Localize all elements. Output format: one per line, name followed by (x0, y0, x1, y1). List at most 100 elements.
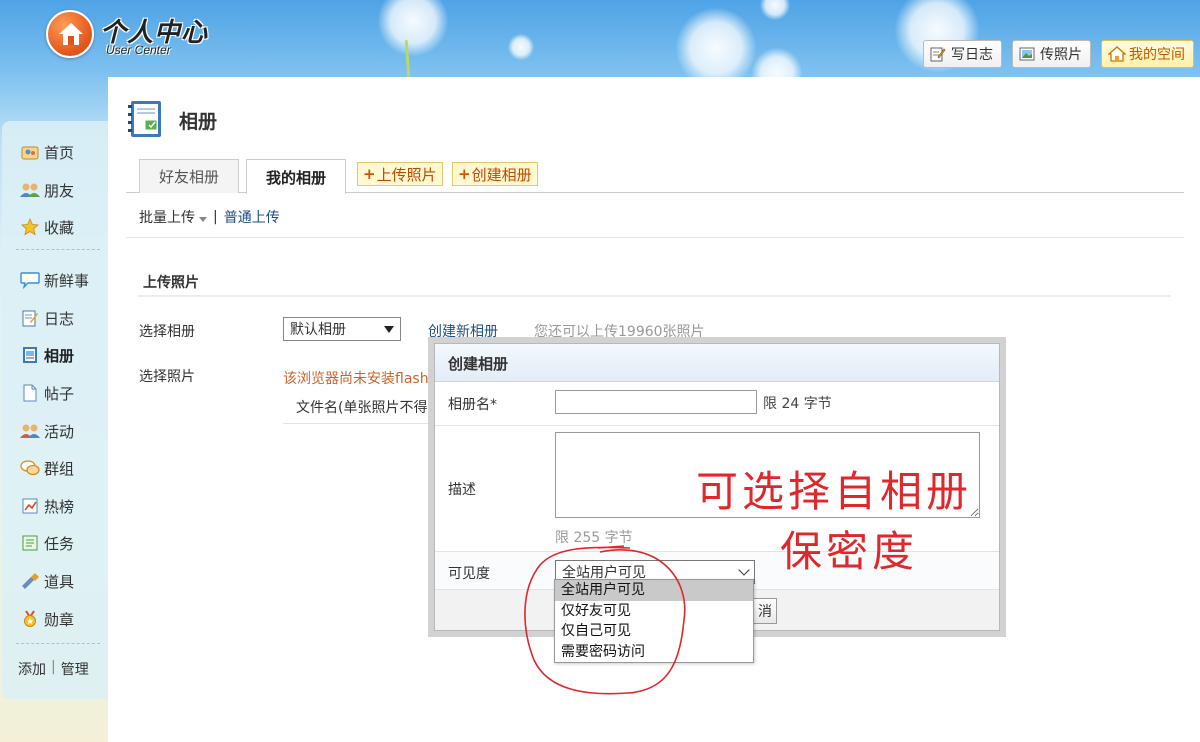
sidebar-item-label: 新鲜事 (44, 271, 90, 290)
hot-list-icon (20, 497, 40, 515)
sidebar-divider (16, 249, 100, 250)
flash-warning: 该浏览器尚未安装flash (283, 371, 429, 387)
page-title: 相册 (179, 111, 218, 133)
photo-icon (1019, 46, 1035, 62)
upload-photos-action[interactable]: + 上传照片 (357, 162, 443, 186)
chevron-down-icon (738, 564, 750, 576)
batch-upload-label: 批量上传 (139, 210, 195, 226)
sidebar-footer-separator: | (51, 659, 56, 675)
triangle-down-icon (384, 325, 394, 333)
create-album-action[interactable]: + 创建相册 (452, 162, 538, 186)
sidebar-item-label: 勋章 (44, 610, 75, 629)
album-name-limit: 限 24 字节 (763, 396, 832, 412)
sidebar-divider (16, 643, 100, 644)
dandelion-decoration (676, 8, 756, 88)
tool-icon (20, 572, 40, 590)
my-space-button[interactable]: 我的空间 (1101, 40, 1194, 68)
upload-photo-label: 传照片 (1040, 47, 1082, 63)
create-album-label: 创建相册 (471, 165, 532, 184)
dialog-title: 创建相册 (435, 344, 999, 382)
sidebar-item-tasks[interactable]: 任务 (20, 530, 74, 556)
my-space-label: 我的空间 (1129, 47, 1185, 63)
chat-group-icon (20, 459, 40, 477)
divider (126, 237, 1184, 238)
sidebar: 首页 朋友 收藏 新鲜事 日志 相册 帖子 活动 群组 热榜 任务 道具 勋章 … (2, 121, 108, 699)
caret-down-icon (199, 217, 207, 222)
annotation-text-line2: 保密度 (780, 527, 919, 576)
album-tabs: 好友相册 我的相册 + 上传照片 + 创建相册 (126, 157, 1184, 194)
album-name-input[interactable] (555, 390, 757, 414)
visibility-option-friends[interactable]: 仅好友可见 (555, 601, 753, 622)
album-select[interactable]: 默认相册 (283, 317, 401, 341)
sidebar-item-home[interactable]: 首页 (20, 139, 74, 165)
sidebar-item-album[interactable]: 相册 (20, 342, 74, 368)
file-name-header: 文件名(单张照片不得 (283, 390, 443, 424)
sidebar-item-label: 帖子 (44, 384, 75, 403)
album-title-icon (127, 99, 165, 139)
visibility-option-public[interactable]: 全站用户可见 (555, 580, 753, 601)
section-divider (138, 295, 1171, 297)
sidebar-item-label: 活动 (44, 422, 75, 441)
people-activity-icon (20, 422, 40, 440)
sidebar-footer: 添加 | 管理 (18, 659, 89, 679)
header-actions: 写日志 传照片 我的空间 (923, 40, 1194, 68)
sidebar-item-tools[interactable]: 道具 (20, 568, 74, 594)
sidebar-item-label: 热榜 (44, 497, 75, 516)
normal-upload-link[interactable]: 普通上传 (224, 207, 280, 227)
home-people-icon (20, 143, 40, 161)
friends-icon (20, 181, 40, 199)
sidebar-item-label: 任务 (44, 534, 75, 553)
sidebar-item-label: 群组 (44, 459, 75, 478)
visibility-options-list: 全站用户可见 仅好友可见 仅自己可见 需要密码访问 (554, 579, 754, 663)
medal-icon (20, 610, 40, 628)
sidebar-item-blog[interactable]: 日志 (20, 305, 74, 331)
annotation-text-line1: 可选择自相册 (696, 467, 973, 516)
sidebar-item-friends[interactable]: 朋友 (20, 177, 74, 203)
upload-photo-button[interactable]: 传照片 (1012, 40, 1091, 68)
tab-friends-albums[interactable]: 好友相册 (139, 159, 239, 193)
house-logo-icon (46, 10, 94, 58)
dandelion-decoration (508, 34, 534, 60)
album-name-label: 相册名* (448, 397, 497, 413)
tab-my-albums[interactable]: 我的相册 (246, 159, 346, 194)
sidebar-item-groups[interactable]: 群组 (20, 455, 74, 481)
sidebar-manage-link[interactable]: 管理 (61, 659, 89, 679)
sidebar-item-activities[interactable]: 活动 (20, 418, 74, 444)
select-album-label: 选择相册 (139, 324, 195, 340)
section-title: 上传照片 (143, 275, 199, 291)
visibility-option-private[interactable]: 仅自己可见 (555, 621, 753, 642)
speech-bubble-icon (20, 271, 40, 289)
sidebar-item-label: 首页 (44, 143, 75, 162)
sidebar-add-link[interactable]: 添加 (18, 659, 46, 679)
task-icon (20, 534, 40, 552)
upload-mode-nav: 批量上传 | 普通上传 (139, 207, 280, 227)
sidebar-item-favorites[interactable]: 收藏 (20, 214, 74, 240)
sidebar-item-hot-list[interactable]: 热榜 (20, 493, 74, 519)
description-limit: 限 255 字节 (555, 530, 633, 546)
sidebar-item-label: 日志 (44, 309, 75, 328)
upload-photos-label: 上传照片 (376, 165, 437, 184)
batch-upload-dropdown[interactable]: 批量上传 (139, 207, 207, 227)
plus-icon: + (363, 165, 376, 183)
sidebar-item-label: 朋友 (44, 181, 75, 200)
sidebar-item-label: 道具 (44, 572, 75, 591)
tab-label: 好友相册 (158, 168, 219, 186)
write-blog-button[interactable]: 写日志 (923, 40, 1002, 68)
sidebar-item-label: 收藏 (44, 218, 75, 237)
plus-icon: + (458, 165, 471, 183)
sidebar-item-news[interactable]: 新鲜事 (20, 267, 89, 293)
document-icon (20, 384, 40, 402)
sidebar-item-medals[interactable]: 勋章 (20, 606, 74, 632)
subnav-separator: | (213, 209, 218, 225)
sidebar-item-posts[interactable]: 帖子 (20, 380, 74, 406)
select-photo-label: 选择照片 (139, 369, 195, 385)
star-icon (20, 218, 40, 236)
sidebar-item-label: 相册 (44, 346, 75, 365)
notebook-icon (20, 309, 40, 327)
dandelion-decoration (378, 0, 448, 56)
tab-label: 我的相册 (265, 168, 326, 187)
visibility-option-password[interactable]: 需要密码访问 (555, 642, 753, 663)
visibility-label: 可见度 (448, 566, 490, 582)
description-label: 描述 (448, 482, 476, 498)
logo[interactable]: 个人中心 User Center (46, 10, 236, 60)
